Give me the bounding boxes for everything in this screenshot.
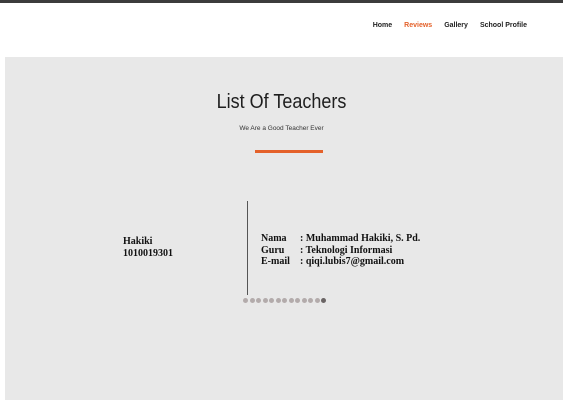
nav-reviews[interactable]: Reviews bbox=[404, 22, 432, 29]
title-underline bbox=[255, 150, 323, 153]
detail-value-nama: : Muhammad Hakiki, S. Pd. bbox=[300, 233, 421, 244]
carousel-dot[interactable] bbox=[308, 298, 313, 303]
carousel-dot[interactable] bbox=[282, 298, 287, 303]
teacher-short-name: Hakiki bbox=[123, 236, 153, 247]
carousel-dot-active[interactable] bbox=[321, 298, 326, 303]
detail-label-nama: Nama bbox=[261, 233, 287, 244]
carousel-dot[interactable] bbox=[243, 298, 248, 303]
carousel-dot[interactable] bbox=[288, 298, 294, 303]
teacher-id-number: 1010019301 bbox=[123, 248, 173, 259]
carousel-dot[interactable] bbox=[314, 298, 320, 303]
section-title: List Of Teachers bbox=[216, 91, 347, 113]
vertical-divider bbox=[247, 201, 248, 295]
main-nav: Home Reviews Gallery School Profile bbox=[373, 22, 527, 29]
carousel-dot[interactable] bbox=[275, 298, 281, 303]
detail-value-email: : qiqi.lubis7@gmail.com bbox=[300, 256, 405, 267]
detail-row-email: E-mail : qiqi.lubis7@gmail.com bbox=[261, 256, 420, 268]
carousel-dot[interactable] bbox=[295, 298, 300, 303]
detail-value-guru: : Teknologi Informasi bbox=[300, 244, 393, 256]
carousel-dot[interactable] bbox=[249, 298, 255, 303]
detail-row-nama: Nama : Muhammad Hakiki, S. Pd. bbox=[261, 233, 420, 245]
carousel-dot[interactable] bbox=[256, 298, 261, 303]
top-border bbox=[0, 0, 563, 3]
carousel-pagination bbox=[243, 298, 326, 303]
detail-row-guru: Guru : Teknologi Informasi bbox=[261, 245, 420, 257]
nav-home[interactable]: Home bbox=[373, 22, 392, 29]
teacher-summary: Hakiki 1010019301 bbox=[123, 236, 173, 260]
carousel-dot[interactable] bbox=[262, 298, 268, 303]
detail-label-guru: Guru bbox=[261, 244, 285, 256]
section-subtitle: We Are a Good Teacher Ever bbox=[239, 125, 324, 132]
nav-gallery[interactable]: Gallery bbox=[444, 22, 468, 29]
nav-school-profile[interactable]: School Profile bbox=[480, 22, 527, 29]
teacher-details: Nama : Muhammad Hakiki, S. Pd. Guru : Te… bbox=[261, 233, 420, 268]
detail-label-email: E-mail bbox=[261, 256, 290, 267]
carousel-dot[interactable] bbox=[269, 298, 274, 303]
carousel-dot[interactable] bbox=[301, 298, 307, 303]
